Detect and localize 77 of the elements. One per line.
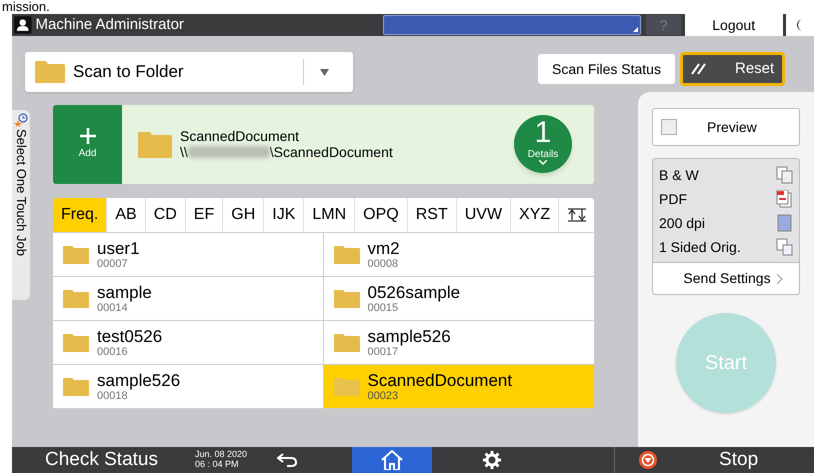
- chevron-down-icon: [539, 160, 547, 165]
- check-status-button[interactable]: Check Status: [45, 447, 190, 473]
- sides-setting-icon: [776, 238, 793, 256]
- destination-name: ScannedDocument: [180, 129, 300, 144]
- moon-button[interactable]: [786, 14, 814, 36]
- setting-value: B & W: [659, 166, 699, 184]
- corner-icon: [633, 27, 638, 32]
- folder-entry[interactable]: ScannedDocument 00023: [324, 365, 594, 409]
- setting-value: PDF: [659, 190, 687, 208]
- index-tab[interactable]: Freq.: [53, 198, 108, 232]
- folder-icon: [63, 378, 89, 396]
- function-dropdown[interactable]: Scan to Folder: [25, 52, 353, 92]
- folder-entry[interactable]: sample526 00017: [324, 321, 594, 365]
- folder-name: vm2: [368, 239, 400, 258]
- folder-number: 00018: [97, 390, 129, 402]
- folder-icon: [334, 246, 360, 264]
- path-prefix: \\: [180, 144, 188, 160]
- settings-icon: [483, 451, 502, 469]
- folder-entry[interactable]: vm2 00008: [324, 233, 594, 277]
- date-text: Jun. 08 2020: [195, 449, 248, 459]
- folder-number: 00014: [97, 302, 129, 314]
- folder-entry[interactable]: sample 00014: [53, 277, 324, 321]
- folder-number: 00007: [97, 258, 129, 270]
- folder-entry[interactable]: test0526 00016: [53, 321, 324, 365]
- resolution-setting-icon: [776, 214, 793, 232]
- folder-name: test0526: [97, 327, 162, 346]
- folder-icon: [63, 334, 89, 352]
- star-clock-icon: [14, 113, 28, 127]
- switch-icon: [566, 208, 587, 222]
- send-settings-button[interactable]: Send Settings: [653, 262, 799, 294]
- folder-number: 00017: [368, 346, 400, 358]
- path-text: \ScannedDocument: [270, 144, 393, 160]
- back-arrow-icon: [277, 453, 298, 467]
- folder-entry[interactable]: sample526 00018: [53, 365, 324, 409]
- folder-icon: [138, 132, 172, 158]
- dropdown-caret-icon: [320, 68, 329, 76]
- setting-value: 1 Sided Orig.: [659, 238, 741, 257]
- folder-entry[interactable]: 0526sample 00015: [324, 277, 594, 321]
- stop-button[interactable]: Stop: [615, 447, 790, 473]
- folder-entry[interactable]: user1 00007: [53, 233, 324, 277]
- home-icon: [381, 450, 404, 470]
- folder-icon: [334, 378, 360, 396]
- user-icon: [14, 16, 32, 34]
- folder-number: 00015: [368, 302, 400, 314]
- folder-name: sample526: [368, 327, 451, 346]
- folder-icon: [334, 334, 360, 352]
- time-text: 06 : 04 PM: [195, 459, 240, 469]
- reset-icon: [691, 62, 707, 76]
- folder-icon: [63, 246, 89, 264]
- user-name: Machine Administrator: [36, 14, 185, 35]
- folder-name: user1: [97, 239, 140, 258]
- folder-number: 00023: [368, 390, 400, 402]
- pdf-setting-icon: [776, 190, 793, 208]
- details-button[interactable]: 1 Details: [514, 115, 572, 173]
- home-button[interactable]: [352, 447, 432, 473]
- folder-icon: [63, 290, 89, 308]
- side-tab[interactable]: Select One Touch Job: [12, 110, 30, 300]
- function-name: Scan to Folder: [73, 61, 185, 84]
- folder-name: sample526: [97, 371, 180, 390]
- chevron-right-icon: [777, 274, 783, 284]
- setting-value: 200 dpi: [659, 214, 705, 233]
- folder-icon: [334, 290, 360, 308]
- stop-icon: [639, 451, 658, 469]
- folder-icon: [35, 61, 65, 83]
- folder-name: sample: [97, 283, 152, 302]
- folder-name: 0526sample: [368, 283, 460, 302]
- logout-button[interactable]: Logout: [684, 14, 783, 36]
- folder-number: 00016: [97, 346, 129, 358]
- scan-files-status-button[interactable]: Scan Files Status: [538, 54, 675, 84]
- plus-icon: [80, 128, 96, 144]
- reset-button[interactable]: Reset: [680, 52, 785, 86]
- add-button[interactable]: Add: [53, 105, 122, 184]
- page-text: mission.: [2, 0, 51, 14]
- preview-toggle[interactable]: Preview: [652, 108, 800, 146]
- color-setting-icon: [776, 166, 793, 184]
- folder-number: 00008: [368, 258, 400, 270]
- folder-name: ScannedDocument: [368, 371, 512, 390]
